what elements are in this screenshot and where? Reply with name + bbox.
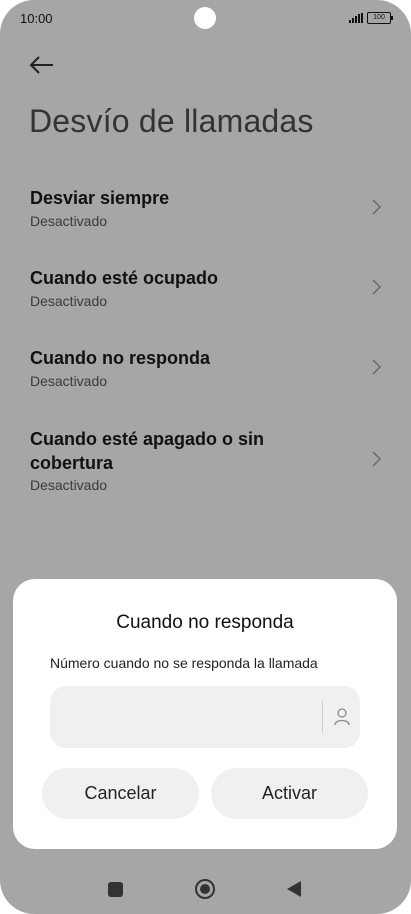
chevron-right-icon <box>372 359 382 375</box>
list-item-status: Desactivado <box>30 477 108 493</box>
list-item-desviar-siempre[interactable]: Desviar siempre Desactivado <box>0 186 411 246</box>
person-icon[interactable] <box>333 707 351 727</box>
back-button[interactable] <box>26 50 58 80</box>
phone-screen: 10:00 100 Desvío de llamadas Desviar sie… <box>0 0 411 914</box>
square-icon[interactable] <box>108 882 123 897</box>
phone-number-input[interactable] <box>50 686 360 748</box>
list-item-status: Desactivado <box>30 373 108 389</box>
front-camera <box>194 7 216 29</box>
list-item-ocupado[interactable]: Cuando esté ocupado Desactivado <box>0 266 411 326</box>
list-item-status: Desactivado <box>30 213 108 229</box>
status-time: 10:00 <box>20 11 53 26</box>
activate-button[interactable]: Activar <box>211 768 368 819</box>
status-bar: 10:00 100 <box>0 0 411 38</box>
battery-icon: 100 <box>367 12 393 24</box>
system-nav-bar <box>0 860 411 914</box>
list-item-no-responda[interactable]: Cuando no responda Desactivado <box>0 346 411 406</box>
status-icons: 100 <box>349 12 393 24</box>
list-item-title: Cuando no responda <box>30 348 210 368</box>
cancel-button[interactable]: Cancelar <box>42 768 199 819</box>
input-divider <box>322 701 323 733</box>
list-item-title: Cuando esté apagado o sin cobertura <box>30 429 265 473</box>
chevron-right-icon <box>372 451 382 467</box>
page-title: Desvío de llamadas <box>29 103 314 139</box>
dialog-title: Cuando no responda <box>116 612 294 633</box>
list-item-title: Desviar siempre <box>30 188 170 208</box>
dialog-description: Número cuando no se responda la llamada <box>50 655 318 671</box>
circle-icon[interactable] <box>195 879 215 899</box>
triangle-back-icon[interactable] <box>287 881 301 897</box>
list-item-apagado[interactable]: Cuando esté apagado o sin cobertura Desa… <box>0 427 411 497</box>
list-item-title: Cuando esté ocupado <box>30 268 219 288</box>
chevron-right-icon <box>372 279 382 295</box>
forward-number-dialog: Cuando no responda Número cuando no se r… <box>13 579 397 849</box>
chevron-right-icon <box>372 199 382 215</box>
arrow-left-icon <box>29 56 53 74</box>
list-item-status: Desactivado <box>30 293 108 309</box>
signal-icon <box>349 13 363 23</box>
